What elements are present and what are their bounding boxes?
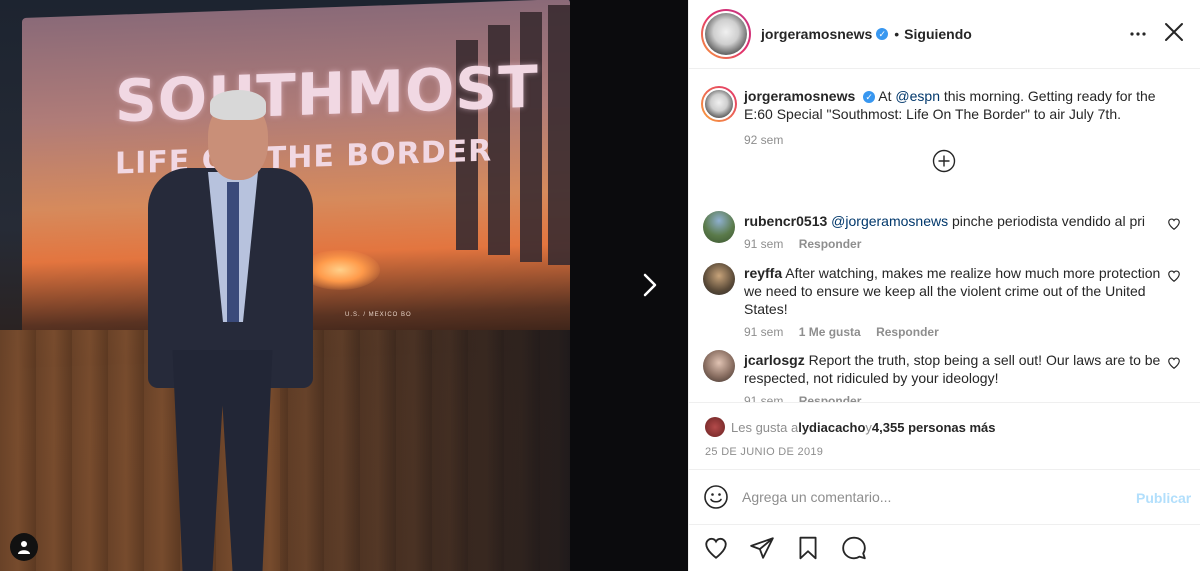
caption-mention[interactable]: @espn [895, 88, 940, 104]
heart-icon[interactable] [1167, 269, 1181, 283]
post-photo[interactable]: SOUTHMOST LIFE ON THE BORDER U.S. / MEXI… [0, 0, 570, 571]
likes-summary[interactable]: Les gusta a lydiacacho y 4,355 personas … [705, 417, 996, 437]
comment-time[interactable]: 91 sem [744, 237, 783, 251]
more-options-icon[interactable] [1126, 24, 1150, 44]
comments-list[interactable]: jorgeramosnews ✓ At @espn this morning. … [689, 70, 1200, 402]
avatar[interactable] [703, 350, 735, 382]
comment-input[interactable] [742, 489, 1102, 505]
comment-text: pinche periodista vendido al pri [948, 213, 1145, 229]
comment-icon[interactable] [841, 535, 867, 561]
avatar[interactable] [703, 263, 735, 295]
avatar[interactable] [703, 211, 735, 243]
instagram-post-modal: SOUTHMOST LIFE ON THE BORDER U.S. / MEXI… [0, 0, 1200, 571]
verified-badge-icon: ✓ [863, 91, 876, 104]
avatar[interactable] [701, 9, 751, 59]
chevron-right-icon[interactable] [634, 270, 664, 300]
bookmark-icon[interactable] [795, 535, 821, 561]
comment-username[interactable]: rubencr0513 [744, 213, 827, 229]
caption-time[interactable]: 92 sem [744, 133, 783, 147]
reply-button[interactable]: Responder [876, 325, 939, 339]
comment-username[interactable]: jcarlosgz [744, 352, 805, 368]
post-media-area: SOUTHMOST LIFE ON THE BORDER U.S. / MEXI… [0, 0, 688, 571]
caption-text: At [878, 88, 896, 104]
comment-mention[interactable]: @jorgeramosnews [831, 213, 948, 229]
separator-dot: • [894, 26, 900, 42]
screen-caption: U.S. / MEXICO BO [345, 312, 412, 318]
caption-avatar[interactable] [701, 86, 737, 122]
comment-text: After watching, makes me realize how muc… [744, 265, 1161, 317]
likes-others[interactable]: 4,355 personas más [872, 420, 996, 435]
post-actions [689, 524, 1200, 571]
emoji-icon[interactable] [703, 484, 729, 510]
heart-icon[interactable] [1167, 356, 1181, 370]
close-icon[interactable] [1162, 20, 1186, 44]
comment-text: Report the truth, stop being a sell out!… [744, 352, 1161, 386]
avatar [705, 417, 725, 437]
heart-icon[interactable] [1167, 217, 1181, 231]
add-comment-bar: Publicar [689, 469, 1200, 524]
paper-plane-icon[interactable] [749, 535, 775, 561]
verified-badge-icon: ✓ [876, 28, 889, 40]
heart-icon[interactable] [703, 535, 729, 561]
post-header: jorgeramosnews ✓ • Siguiendo [689, 0, 1200, 69]
post-date: 25 DE JUNIO DE 2019 [705, 446, 824, 458]
reply-button[interactable]: Responder [799, 237, 862, 251]
reply-button[interactable]: Responder [799, 394, 862, 402]
comment-likes[interactable]: 1 Me gusta [799, 325, 861, 339]
comment-username[interactable]: reyffa [744, 265, 782, 281]
comment-time[interactable]: 91 sem [744, 325, 783, 339]
header-username[interactable]: jorgeramosnews [761, 26, 872, 42]
caption-username[interactable]: jorgeramosnews [744, 88, 855, 104]
likes-user[interactable]: lydiacacho [798, 420, 865, 435]
follow-status-button[interactable]: Siguiendo [904, 26, 972, 42]
publish-button[interactable]: Publicar [1136, 490, 1191, 506]
post-side-panel: jorgeramosnews ✓ • Siguiendo jorgeramosn… [688, 0, 1200, 571]
likes-prefix: Les gusta a [731, 419, 799, 435]
user-tag-icon[interactable] [10, 533, 38, 561]
plus-circle-icon[interactable] [932, 149, 956, 173]
post-stats: Les gusta a lydiacacho y 4,355 personas … [689, 402, 1200, 468]
comment-time[interactable]: 91 sem [744, 394, 783, 402]
